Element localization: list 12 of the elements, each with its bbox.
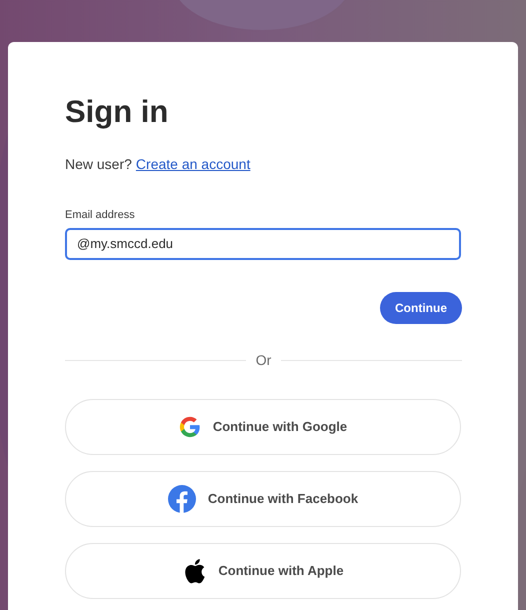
facebook-logo-icon — [168, 484, 196, 512]
email-label: Email address — [65, 208, 135, 223]
page-title: Sign in — [65, 93, 170, 131]
new-user-prompt: New user? — [65, 155, 132, 174]
social-sign-in-button[interactable]: Continue with Facebook — [65, 470, 461, 526]
google-logo-icon — [178, 416, 201, 438]
create-account-link[interactable]: Create an account — [136, 154, 250, 175]
continue-button[interactable]: Continue — [380, 292, 462, 324]
divider-label: Or — [256, 350, 272, 370]
social-sign-in-button[interactable]: Continue with Apple — [65, 542, 461, 598]
social-sign-in-button[interactable]: Continue with Google — [65, 398, 461, 454]
email-field[interactable]: @my.smccd.edu — [65, 228, 461, 260]
